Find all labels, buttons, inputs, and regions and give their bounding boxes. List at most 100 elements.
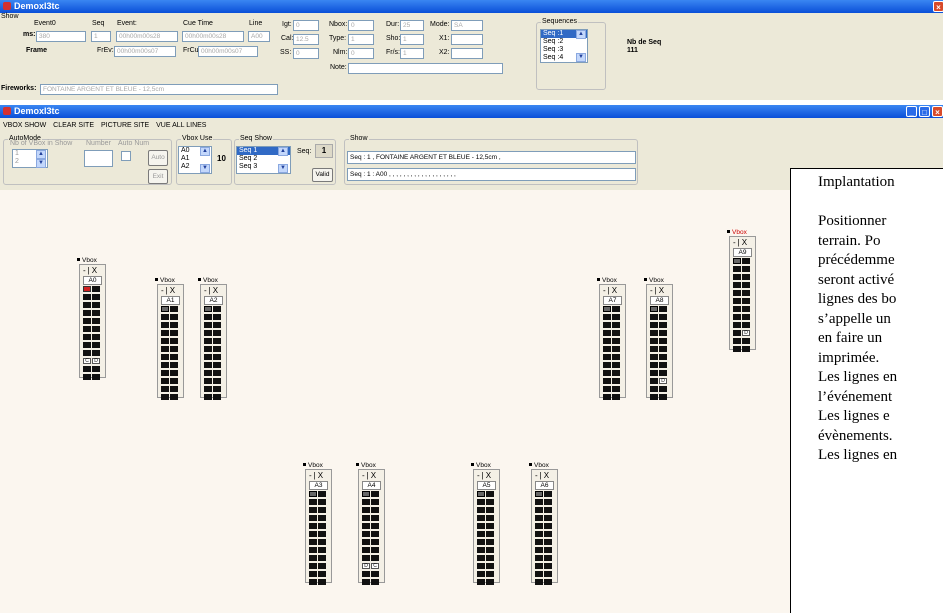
vbox-line-cell[interactable] (486, 579, 494, 585)
vbox-line-cell[interactable] (83, 366, 91, 372)
vbox-line-cell[interactable] (371, 507, 379, 513)
vbox-line-cell[interactable] (309, 571, 317, 577)
vbox-line-cell[interactable] (371, 579, 379, 585)
sequence-item[interactable]: Seq :2 (541, 38, 587, 46)
vbox-line-cell[interactable] (309, 507, 317, 513)
vbox-line-cell[interactable] (318, 523, 326, 529)
vbox-letter-cell[interactable]: D (92, 358, 100, 364)
vbox-line-cell[interactable] (213, 362, 221, 368)
vbox-line-cell[interactable] (477, 515, 485, 521)
vbox-anchor-icon[interactable] (529, 463, 532, 466)
vbox-line-cell[interactable] (362, 547, 370, 553)
vbox-line-cell[interactable] (213, 346, 221, 352)
dur-field[interactable]: 25 (400, 20, 424, 31)
vbox-line-cell[interactable] (213, 386, 221, 392)
vbox-line-cell[interactable] (544, 515, 552, 521)
vbox-line-cell[interactable] (213, 370, 221, 376)
vbox-line-cell[interactable] (318, 555, 326, 561)
vbox-line-cell[interactable] (92, 366, 100, 372)
vbox-line-cell[interactable] (170, 354, 178, 360)
vbox-line-cell[interactable] (535, 499, 543, 505)
vbox-line-cell[interactable] (659, 322, 667, 328)
vbox-line-cell[interactable] (612, 378, 620, 384)
vbox-line-cell[interactable] (612, 306, 620, 312)
vbox-line-cell[interactable] (362, 555, 370, 561)
vbox-line-cell[interactable] (92, 374, 100, 380)
vbox-line-cell[interactable] (612, 330, 620, 336)
vbox-line-cell[interactable] (486, 507, 494, 513)
vbox-line-cell[interactable] (362, 579, 370, 585)
vbox-line-cell[interactable] (544, 491, 552, 497)
vbox-anchor-icon[interactable] (155, 278, 158, 281)
vbox-line-cell[interactable] (733, 338, 741, 344)
vbox-line-cell[interactable] (477, 579, 485, 585)
vbox-line-cell[interactable] (603, 386, 611, 392)
vbox-line-cell[interactable] (535, 515, 543, 521)
vbox-line-cell[interactable] (603, 330, 611, 336)
vbox-line-cell[interactable] (650, 338, 658, 344)
sequences-scroll-down-icon[interactable]: ▼ (576, 53, 586, 62)
vbox-line-cell[interactable] (318, 539, 326, 545)
vbox-anchor-icon[interactable] (356, 463, 359, 466)
vbox-letter-cell[interactable]: C (83, 358, 91, 364)
vbox-line-cell[interactable] (659, 314, 667, 320)
vbox-line-cell[interactable] (659, 386, 667, 392)
menu-vbox-show[interactable]: VBOX SHOW (3, 122, 46, 129)
vbox-line-cell[interactable] (362, 507, 370, 513)
ms-field[interactable]: 380 (36, 31, 86, 42)
vbox-line-cell[interactable] (742, 306, 750, 312)
vbox-line-cell[interactable] (83, 334, 91, 340)
outer-close-button[interactable]: × (933, 1, 943, 12)
vbox-line-cell[interactable] (612, 346, 620, 352)
vbox-line-cell[interactable] (477, 507, 485, 513)
vbox-line-cell[interactable] (83, 286, 91, 292)
menu-picture-site[interactable]: PICTURE SITE (101, 122, 149, 129)
vbox-line-cell[interactable] (309, 563, 317, 569)
vbox-controls[interactable]: -|X (204, 286, 220, 295)
vbox-line-cell[interactable] (733, 322, 741, 328)
event-field[interactable]: 00h00m00s28 (116, 31, 178, 42)
vbox-line-cell[interactable] (213, 322, 221, 328)
igt-field[interactable]: 0 (293, 20, 319, 31)
vbox-line-cell[interactable] (362, 539, 370, 545)
vbox-line-cell[interactable] (170, 306, 178, 312)
vbox-line-cell[interactable] (371, 531, 379, 537)
vbox-line-cell[interactable] (213, 306, 221, 312)
vbox-line-cell[interactable] (213, 378, 221, 384)
vbox-anchor-icon[interactable] (471, 463, 474, 466)
frev-field[interactable]: 00h00m00s07 (114, 46, 176, 57)
vbox-line-cell[interactable] (544, 507, 552, 513)
vbox-line-cell[interactable] (83, 342, 91, 348)
vbox-line-cell[interactable] (544, 531, 552, 537)
vbox-line-cell[interactable] (161, 362, 169, 368)
vbox-anchor-icon[interactable] (727, 230, 730, 233)
vbox-controls[interactable]: -|X (733, 238, 749, 247)
vbox-line-cell[interactable] (659, 394, 667, 400)
vbox-line-cell[interactable] (477, 555, 485, 561)
vbox-line-cell[interactable] (544, 523, 552, 529)
vbox-line-cell[interactable] (170, 322, 178, 328)
vbox-line-cell[interactable] (161, 394, 169, 400)
vbox-line-cell[interactable] (92, 310, 100, 316)
vbox-line-cell[interactable] (535, 507, 543, 513)
vbox-line-cell[interactable] (603, 378, 611, 384)
vbox-line-cell[interactable] (486, 571, 494, 577)
vbox-line-cell[interactable] (659, 354, 667, 360)
vbox-anchor-icon[interactable] (597, 278, 600, 281)
vbox-line-cell[interactable] (92, 302, 100, 308)
vbox-line-cell[interactable] (742, 346, 750, 352)
vbox-line-cell[interactable] (612, 354, 620, 360)
vbox-line-cell[interactable] (170, 378, 178, 384)
vbox-line-cell[interactable] (204, 314, 212, 320)
vbox-line-cell[interactable] (650, 386, 658, 392)
vbox-line-cell[interactable] (742, 266, 750, 272)
vbox-line-cell[interactable] (742, 322, 750, 328)
vbox-line-cell[interactable] (362, 515, 370, 521)
vbox-line-cell[interactable] (486, 523, 494, 529)
vbox-controls[interactable]: -|X (362, 471, 378, 480)
vbox-line-cell[interactable] (362, 499, 370, 505)
vbox-line-cell[interactable] (362, 523, 370, 529)
vbox-line-cell[interactable] (318, 507, 326, 513)
cal-field[interactable]: 12.5 (293, 34, 319, 45)
vbox-line-cell[interactable] (204, 370, 212, 376)
